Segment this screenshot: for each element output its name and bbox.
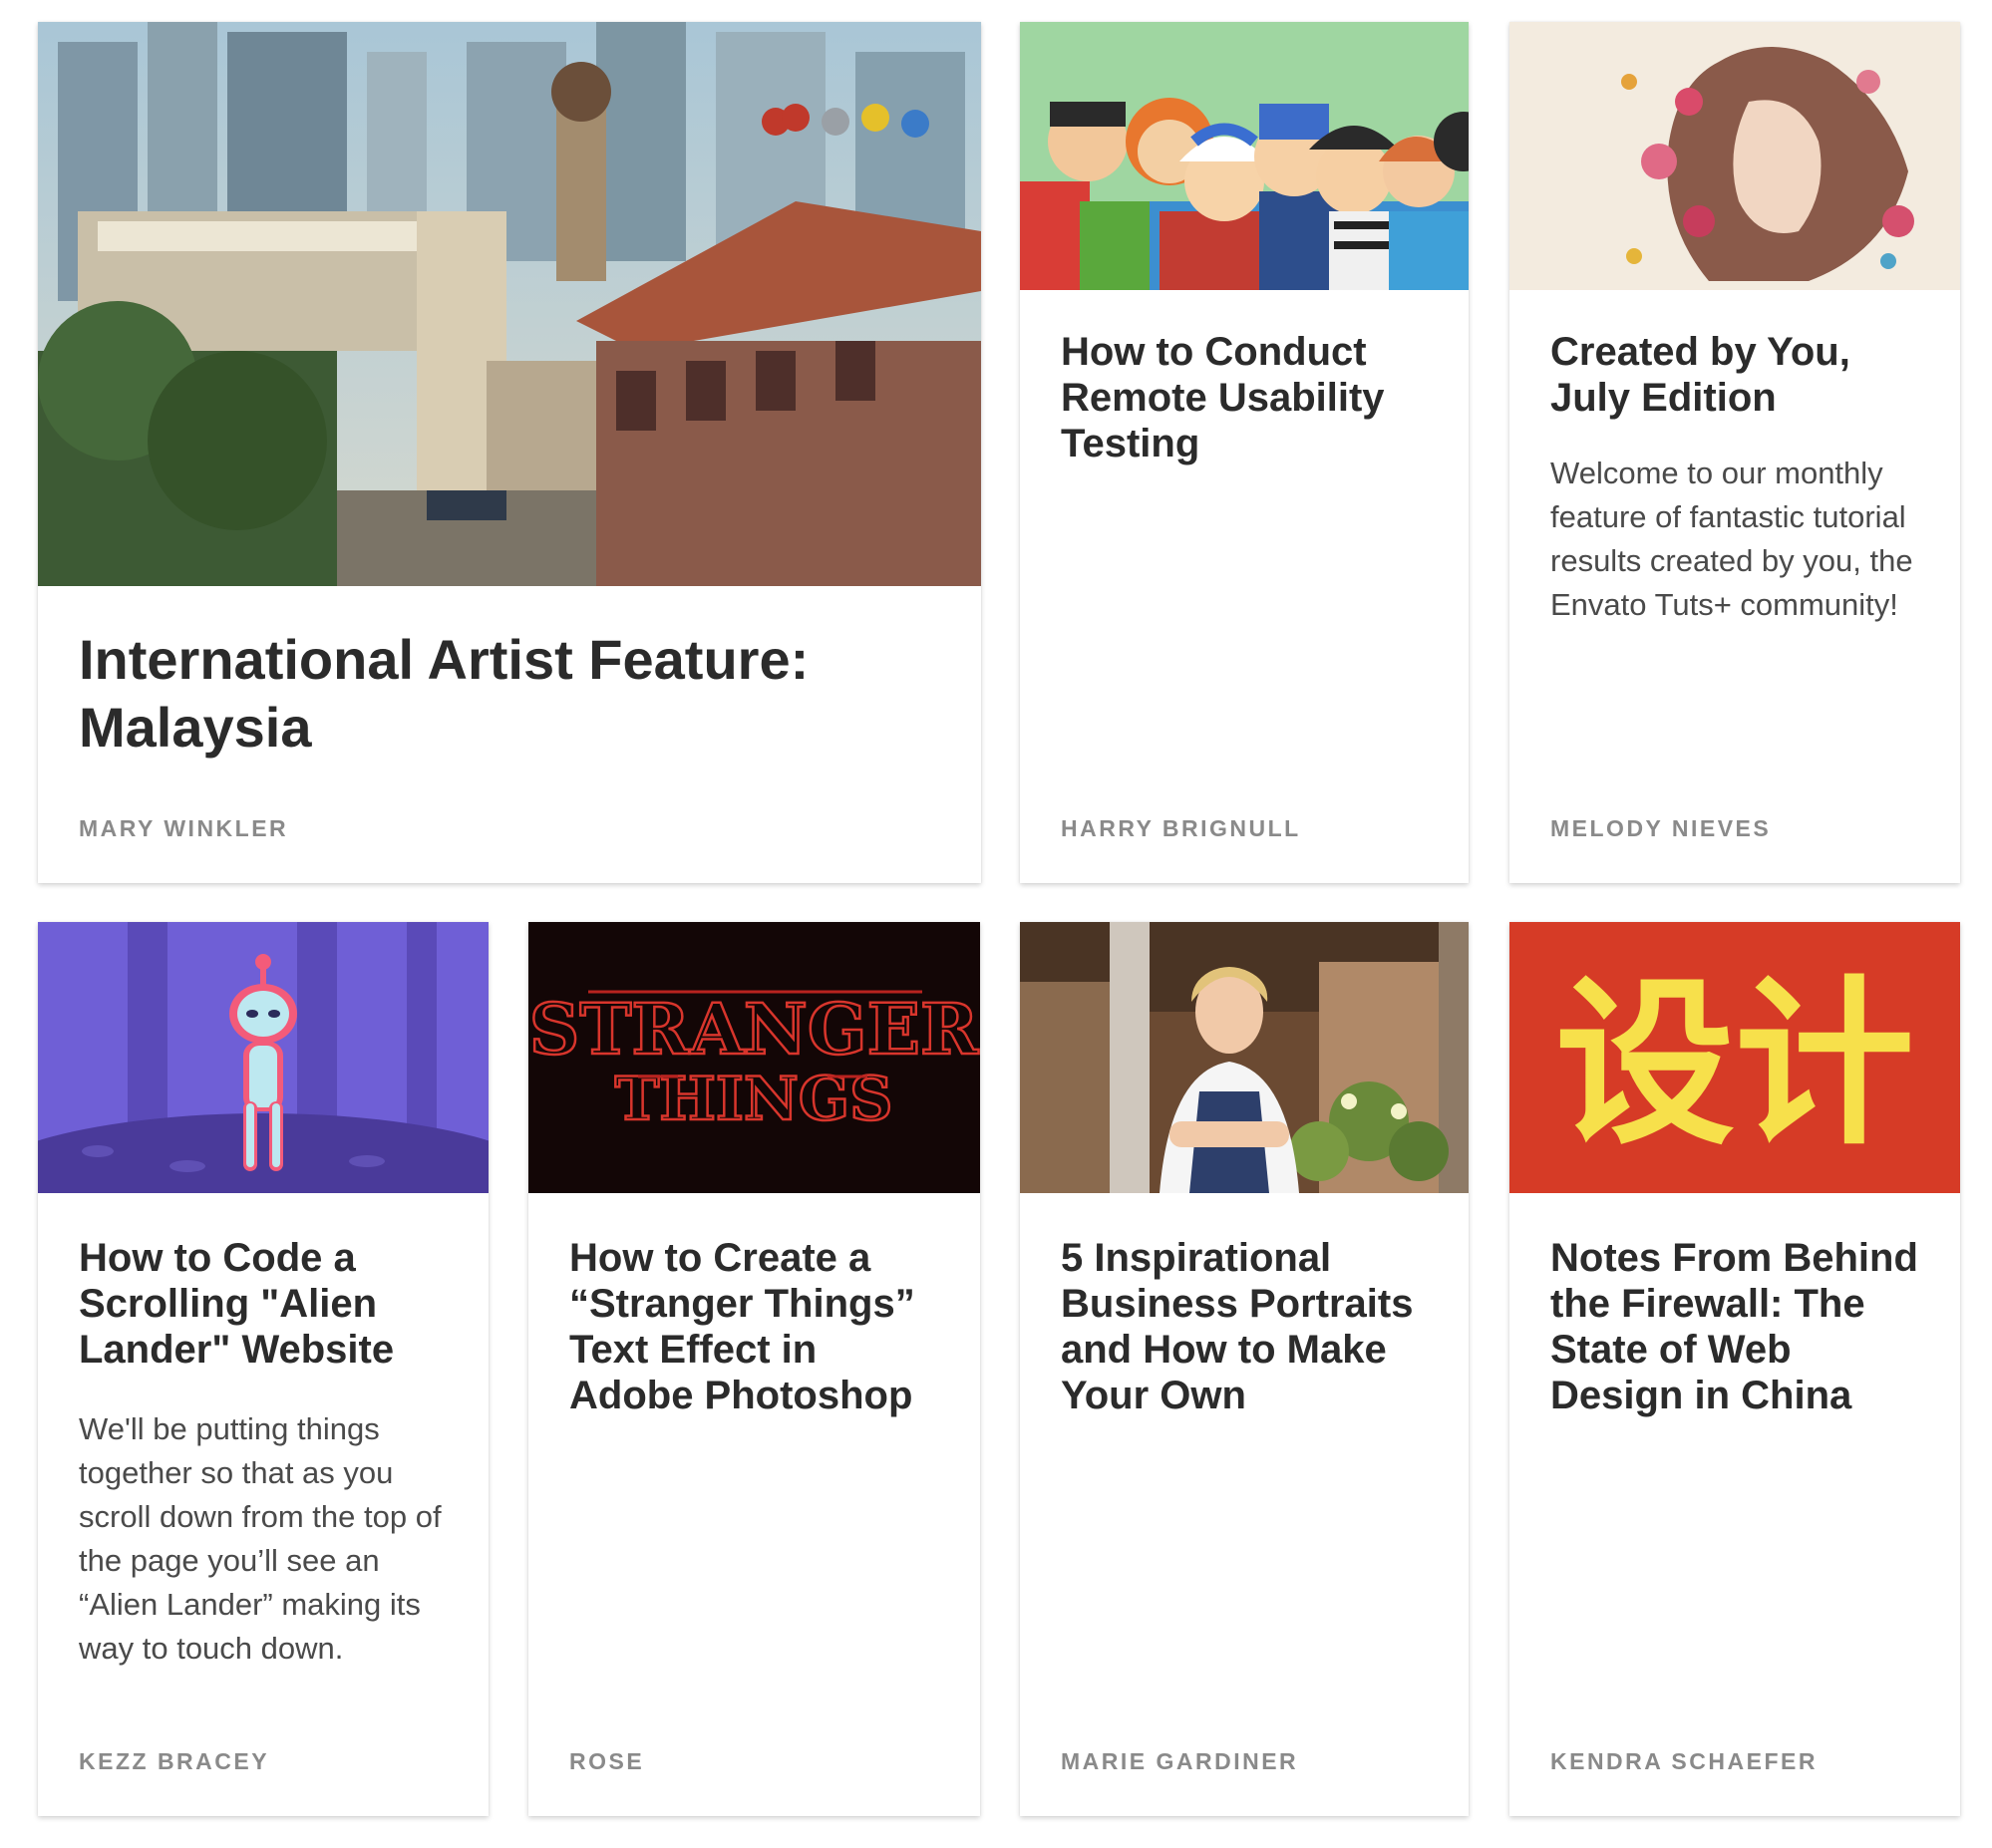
article-author[interactable]: KENDRA SCHAEFER xyxy=(1550,1748,1930,1775)
article-title[interactable]: Created by You, July Edition xyxy=(1550,329,1924,421)
article-author[interactable]: KEZZ BRACEY xyxy=(79,1748,459,1775)
chinese-characters-text: 设计 xyxy=(1555,961,1914,1169)
crowd-of-people-illustration[interactable] xyxy=(1020,22,1469,290)
article-author[interactable]: MELODY NIEVES xyxy=(1550,815,1930,842)
article-card-remote-usability[interactable]: How to Conduct Remote Usability Testing … xyxy=(1020,22,1469,883)
article-author[interactable]: ROSE xyxy=(569,1748,950,1775)
article-card-china-web-design[interactable]: 设计 Notes From Behind the Firewall: The S… xyxy=(1509,922,1960,1816)
article-card-stranger-things[interactable]: STRANGER THINGS How to Create a “Strange… xyxy=(528,922,980,1816)
stranger-things-logo[interactable]: STRANGER THINGS xyxy=(528,922,980,1193)
article-card-alien-lander[interactable]: How to Code a Scrolling "Alien Lander" W… xyxy=(38,922,489,1816)
alien-illustration[interactable] xyxy=(38,922,489,1193)
article-author[interactable]: MARIE GARDINER xyxy=(1061,1748,1439,1775)
article-title[interactable]: 5 Inspirational Business Portraits and H… xyxy=(1061,1235,1433,1418)
article-author[interactable]: MARY WINKLER xyxy=(79,815,951,842)
stranger-text: STRANGER xyxy=(529,988,979,1071)
article-summary: We'll be putting things together so that… xyxy=(79,1411,442,1666)
chinese-characters-design[interactable]: 设计 xyxy=(1509,922,1960,1193)
article-title[interactable]: International Artist Feature: Malaysia xyxy=(79,626,945,762)
article-card-created-by-you[interactable]: Created by You, July Edition Welcome to … xyxy=(1509,22,1960,883)
article-card-business-portraits[interactable]: 5 Inspirational Business Portraits and H… xyxy=(1020,922,1469,1816)
article-title[interactable]: Notes From Behind the Firewall: The Stat… xyxy=(1550,1235,1924,1418)
article-summary: Welcome to our monthly feature of fantas… xyxy=(1550,456,1913,622)
article-author[interactable]: HARRY BRIGNULL xyxy=(1061,815,1439,842)
malaysia-street-illustration[interactable] xyxy=(38,22,981,586)
florist-portrait-photo[interactable] xyxy=(1020,922,1469,1193)
article-title[interactable]: How to Code a Scrolling "Alien Lander" W… xyxy=(79,1235,453,1373)
woman-with-flowers-illustration[interactable] xyxy=(1509,22,1960,290)
article-title[interactable]: How to Conduct Remote Usability Testing xyxy=(1061,329,1433,466)
article-title[interactable]: How to Create a “Stranger Things” Text E… xyxy=(569,1235,944,1418)
article-card-malaysia[interactable]: International Artist Feature: Malaysia M… xyxy=(38,22,981,883)
